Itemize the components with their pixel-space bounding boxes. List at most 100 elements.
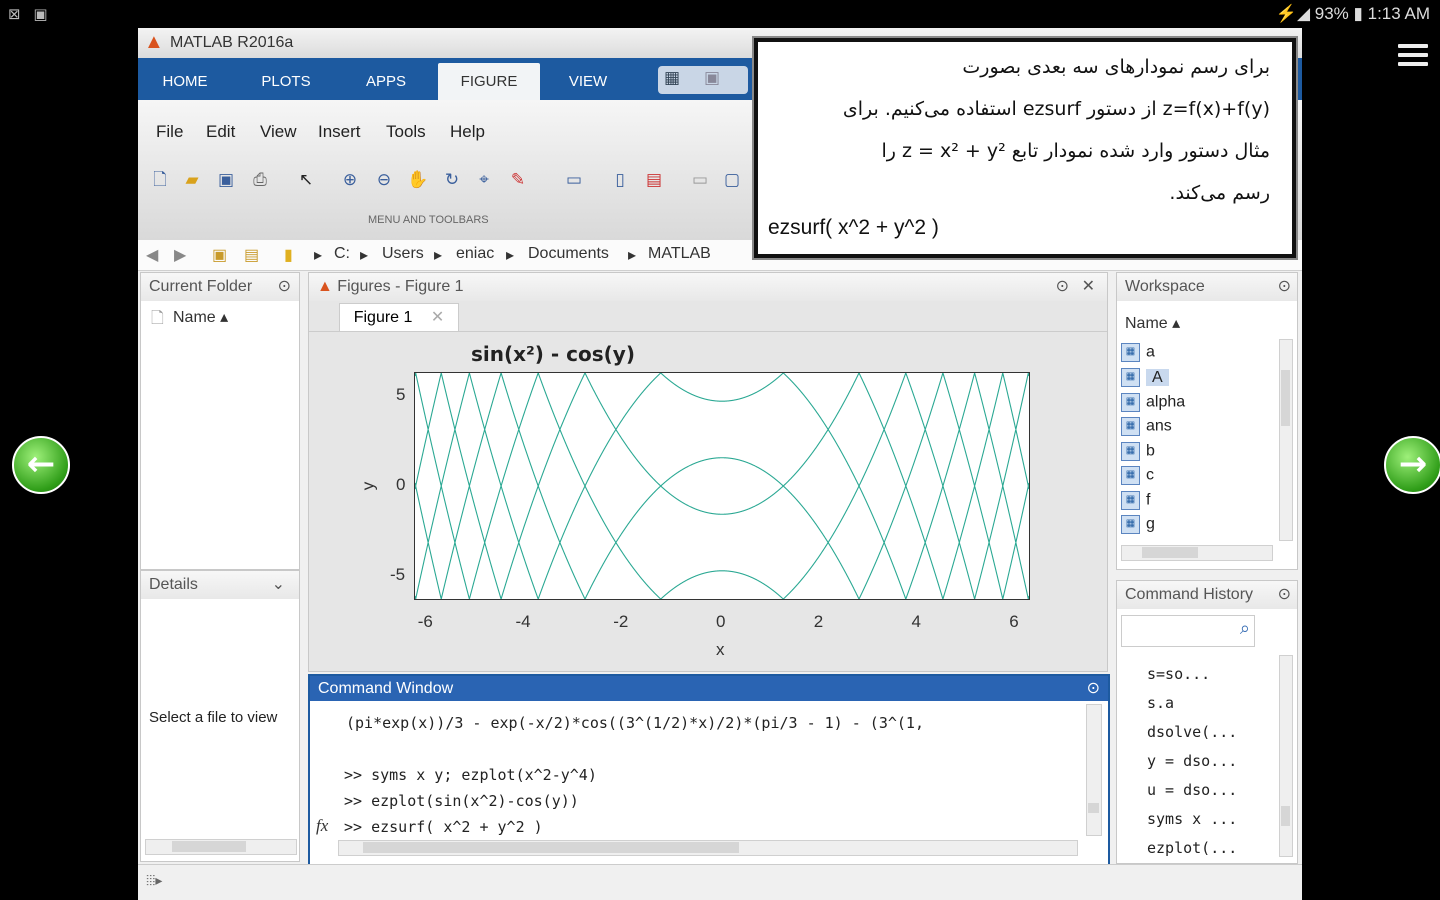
save-figure-icon[interactable]: ▣ [214,168,238,192]
grip-icon[interactable]: ⦙⦙⦙▸ [146,873,162,889]
workspace-variable[interactable]: ▦ g [1121,515,1155,537]
command-history-line: >> ezplot(sin(x^2)-cos(y)) [344,792,579,810]
breadcrumb-matlab[interactable]: MATLAB [648,245,711,263]
details-title: Details [149,576,198,593]
history-search-input[interactable]: ⌕ [1121,615,1255,647]
x-tick-label: 0 [716,612,726,631]
command-input[interactable]: >> ezsurf( x^2 + y^2 ) [344,818,543,836]
data-cursor-icon[interactable]: ⌖ [472,168,496,192]
horizontal-scrollbar[interactable] [145,839,297,855]
matlab-figure-icon: ▲ [317,278,333,295]
panel-menu-icon[interactable]: ⊙ [1087,676,1100,701]
legend-icon[interactable]: ▤ [642,168,666,192]
menu-edit[interactable]: Edit [206,122,235,142]
up-folder-icon[interactable]: ▣ [212,245,227,265]
tab-view[interactable]: VIEW [542,63,634,100]
zoom-in-icon[interactable]: ⊕ [338,168,362,192]
status-right: ⚡◢ 93% ▮ 1:13 AM [1276,4,1430,24]
breadcrumb-sep-icon: ▸ [434,247,443,264]
curve-branch-2 [415,540,1029,599]
curve-branch-4 [415,427,1029,487]
show-tools-icon[interactable]: ▢ [720,168,744,192]
history-item[interactable]: u = dso... [1147,781,1237,799]
figures-header: ▲ Figures - Figure 1 ⊙ ✕ [309,273,1107,301]
variable-icon: ▦ [1121,491,1140,510]
breadcrumb-eniac[interactable]: eniac [456,245,494,263]
menu-icon[interactable] [1398,44,1428,68]
tab-home[interactable]: HOME [142,63,228,100]
history-item[interactable]: s.a [1147,694,1174,712]
back-icon[interactable]: ◀ [146,245,158,265]
hide-tools-icon[interactable]: ▭ [688,168,712,192]
workspace-header: Workspace ⊙ [1117,273,1297,301]
workspace-variable[interactable]: ▦ c [1121,466,1154,488]
panel-menu-icon[interactable]: ⊙ [1278,581,1291,609]
horizontal-scrollbar[interactable] [338,840,1078,856]
pan-icon[interactable]: ✋ [406,168,430,192]
workspace-variable[interactable]: ▦ ans [1121,417,1172,439]
open-icon[interactable]: ▰ [180,168,204,192]
workspace-variable[interactable]: ▦ b [1121,442,1155,464]
y-tick-label: 0 [396,475,406,494]
menu-help[interactable]: Help [450,122,485,142]
zoom-out-icon[interactable]: ⊖ [372,168,396,192]
x-tick-label: 6 [1009,612,1019,631]
chevron-down-icon[interactable]: ⌄ [272,571,285,599]
tab-plots[interactable]: PLOTS [238,63,334,100]
colorbar-icon[interactable]: ▯ [608,168,632,192]
command-window[interactable]: Command Window ⊙ (pi*exp(x))/3 - exp(-x/… [308,674,1110,866]
plot-axes[interactable] [414,372,1030,600]
workspace-variable[interactable]: ▦ a [1121,343,1155,365]
workspace-variable[interactable]: ▦ alpha [1121,393,1185,415]
panel-menu-icon[interactable]: ⊙ [278,273,291,301]
history-item[interactable]: y = dso... [1147,752,1237,770]
menu-view[interactable]: View [260,122,297,142]
close-tab-icon[interactable]: ✕ [431,309,444,326]
vertical-scrollbar[interactable] [1279,339,1293,541]
breadcrumb-documents[interactable]: Documents [528,245,609,263]
new-figure-icon[interactable]: 🗋 [148,168,172,192]
workspace-variable[interactable]: ▦ f [1121,491,1150,513]
close-icon[interactable]: ✕ [1082,273,1095,301]
x-tick-label: 2 [813,612,824,631]
x-tick-label: -6 [417,612,433,631]
rotate-icon[interactable]: ↻ [440,168,464,192]
variable-icon: ▦ [1121,417,1140,436]
name-column-header[interactable]: Name ▴ [173,307,228,327]
breadcrumb-users[interactable]: Users [382,245,424,263]
panel-menu-icon[interactable]: ⊙ [1278,273,1291,301]
save-icon[interactable]: ▣ [704,68,720,88]
history-item[interactable]: dsolve(... [1147,723,1237,741]
explanation-line-3: مثال دستور وارد شده نمودار تابع z = x² +… [881,140,1270,162]
next-arrow-icon[interactable]: → [1384,436,1440,494]
tab-figure[interactable]: FIGURE [438,63,540,100]
workspace-variable-selected[interactable]: ▦ A [1121,368,1169,390]
link-icon[interactable]: ▭ [562,168,586,192]
browse-icon[interactable]: ▤ [244,245,259,265]
layout-icon[interactable]: ▦ [664,68,680,88]
previous-arrow-icon[interactable]: ← [12,436,70,494]
horizontal-scrollbar[interactable] [1121,545,1273,561]
curve-branch-7 [415,373,1029,432]
breadcrumb-drive[interactable]: C: [334,245,350,263]
menu-file[interactable]: File [156,122,183,142]
search-icon[interactable]: ⌕ [1240,618,1250,639]
history-item[interactable]: s=so... [1147,665,1210,683]
print-icon[interactable]: ⎙ [248,168,272,192]
menu-insert[interactable]: Insert [318,122,361,142]
pointer-icon[interactable]: ↖ [294,168,318,192]
brush-icon[interactable]: ✎ [506,168,530,192]
tab-apps[interactable]: APPS [342,63,430,100]
function-browser-icon[interactable]: fx [316,816,328,836]
menu-tools[interactable]: Tools [386,122,426,142]
forward-icon[interactable]: ▶ [174,245,186,265]
panel-menu-icon[interactable]: ⊙ [1056,273,1069,301]
explanation-command: ezsurf( x^2 + y^2 ) [768,216,939,239]
vertical-scrollbar[interactable] [1279,655,1293,857]
workspace-name-column[interactable]: Name ▴ [1125,313,1180,333]
tab-figure-1[interactable]: Figure 1 ✕ [339,303,459,332]
battery-icon: ▮ [1353,4,1363,23]
history-item[interactable]: ezplot(... [1147,839,1237,857]
vertical-scrollbar[interactable] [1086,704,1102,836]
history-item[interactable]: syms x ... [1147,810,1237,828]
